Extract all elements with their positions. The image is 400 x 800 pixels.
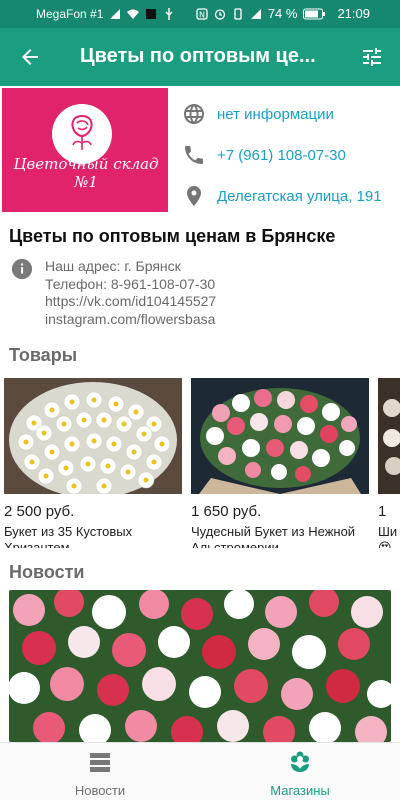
product-name-line: Хризантем [4,540,70,548]
page-title: Цветы по оптовым це... [80,45,316,67]
nav-news[interactable]: Новости [0,743,200,800]
about-line: Наш адрес: г. Брянск [45,258,181,274]
product-name-line: Букет из 35 Кустовых [4,524,133,539]
product-name-line: 😍 [378,540,392,548]
product-price: 1 [378,503,387,520]
phone-icon [185,146,203,164]
notification-icon [146,9,157,19]
flower-icon [291,751,309,772]
app-bar: Цветы по оптовым це... [0,28,400,86]
address-link[interactable]: Делегатская улица, 191 [217,188,382,205]
products-carousel[interactable]: 2 500 руб. Букет из 35 Кустовых Хризанте… [0,378,400,548]
shop-description: Наш адрес: г. Брянск Телефон: 8-961-108-… [45,258,216,328]
nfc-icon: N [196,7,208,20]
wifi-icon [127,9,140,19]
filter-settings-icon[interactable] [360,45,384,69]
alarm-icon [214,8,225,20]
product-image [378,378,400,494]
product-name-line: Ши [378,524,398,539]
phone-row[interactable]: +7 (961) 108-07-30 [180,140,346,170]
nav-shops[interactable]: Магазины [200,743,400,800]
mobile-signal-icon [250,8,261,19]
about-line: https://vk.com/id104145527 [45,293,217,309]
products-heading: Товары [9,345,78,365]
rose-icon [71,114,93,150]
phone-link[interactable]: +7 (961) 108-07-30 [217,147,346,164]
website-link[interactable]: нет информации [217,106,334,123]
news-heading: Новости [9,562,85,582]
carrier-label: MegaFon #1 [36,7,104,21]
about-line: Телефон: 8-961-108-07-30 [45,275,216,292]
battery-percent: 74 % [267,6,298,21]
about-line: instagram.com/flowersbasa [45,310,216,327]
website-row[interactable]: нет информации [180,99,334,129]
status-bar: MegaFon #1 N 74 % 21:09 [0,0,400,28]
logo-text: Цветочный склад №1 [13,155,159,191]
product-price: 1 650 руб. [191,503,262,520]
clock: 21:09 [337,6,370,21]
product-card[interactable]: 1 650 руб. Чудесный Букет из Нежной Альс… [191,378,369,548]
battery-icon [303,8,326,19]
vibrate-icon [234,7,242,20]
globe-icon [184,104,204,124]
product-name-line: Чудесный Букет из Нежной [191,524,356,539]
nav-shops-label: Магазины [270,783,330,798]
signal-icon [110,9,121,19]
product-image [4,378,182,498]
product-name: Букет из 35 Кустовых Хризантем [4,524,182,548]
news-image[interactable] [9,590,391,742]
product-card[interactable]: 2 500 руб. Букет из 35 Кустовых Хризанте… [4,378,182,548]
product-name: Чудесный Букет из Нежной Альстромерии [191,524,369,548]
map-pin-icon [187,186,201,206]
shop-logo: Цветочный склад №1 [2,88,168,212]
bottom-navigation: Новости Магазины [0,742,400,800]
address-row[interactable]: Делегатская улица, 191 [180,181,382,211]
info-icon [11,258,33,280]
product-price: 2 500 руб. [4,503,75,520]
product-image [191,378,369,494]
product-name-line: Альстромерии [191,540,279,548]
nav-news-label: Новости [74,783,126,798]
news-list-icon [90,753,110,772]
shop-title: Цветы по оптовым ценам в Брянске [9,226,336,246]
usb-icon [165,8,173,20]
back-arrow-icon[interactable] [18,45,42,69]
svg-text:N: N [199,10,205,19]
product-name: Ши 😍 [378,524,400,548]
product-card[interactable]: 1 Ши 😍 [378,378,400,548]
